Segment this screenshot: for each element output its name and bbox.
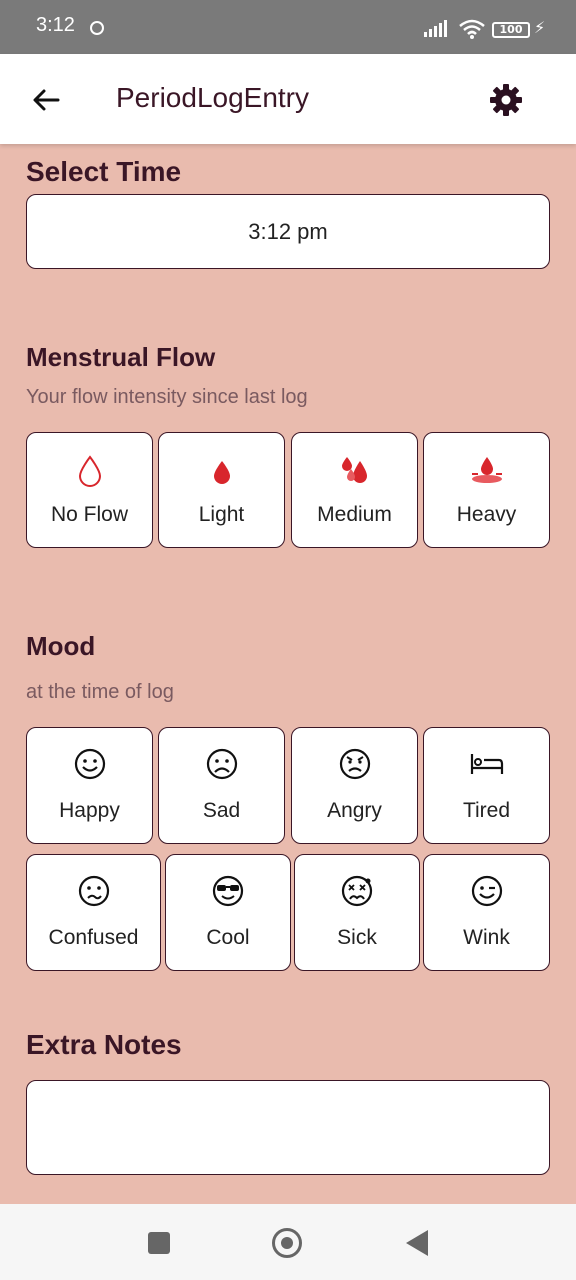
mood-option-sick[interactable]: Sick — [294, 854, 420, 971]
menstrual-flow-subtitle: Your flow intensity since last log — [26, 386, 308, 408]
charging-icon: ⚡ — [534, 18, 546, 37]
flow-option-label: Heavy — [456, 503, 517, 526]
battery-icon: 100 — [492, 22, 530, 38]
drop-filled-icon — [213, 461, 230, 484]
mood-option-label: Sad — [202, 799, 241, 822]
drop-outline-icon — [78, 455, 101, 487]
wink-face-icon — [471, 875, 502, 907]
flow-option-medium[interactable]: Medium — [291, 432, 418, 548]
mood-option-happy[interactable]: Happy — [26, 727, 153, 844]
flow-option-label: No Flow — [50, 503, 129, 526]
page-title: PeriodLogEntry — [116, 82, 310, 113]
flow-option-light[interactable]: Light — [158, 432, 285, 548]
time-picker-field[interactable]: 3:12 pm — [26, 194, 550, 269]
settings-gear-icon[interactable] — [488, 82, 524, 118]
mood-option-label: Confused — [48, 926, 139, 949]
mood-option-label: Wink — [463, 926, 510, 949]
status-bar: 3:12 100 ⚡ — [0, 0, 576, 54]
system-nav-bar — [0, 1204, 576, 1280]
extra-notes-heading: Extra Notes — [26, 1029, 182, 1060]
mood-option-wink[interactable]: Wink — [423, 854, 550, 971]
app-bar: PeriodLogEntry — [0, 54, 576, 144]
recents-square-icon[interactable] — [148, 1232, 170, 1254]
sad-face-icon — [206, 748, 237, 780]
mood-subtitle: at the time of log — [26, 681, 174, 703]
signal-icon — [424, 20, 447, 37]
back-arrow-icon[interactable] — [30, 84, 62, 116]
drops-icon — [341, 457, 367, 483]
mood-option-label: Happy — [59, 799, 120, 822]
mood-heading: Mood — [26, 631, 96, 661]
status-time: 3:12 — [36, 14, 75, 36]
sick-face-icon — [341, 875, 373, 907]
mood-option-angry[interactable]: Angry — [291, 727, 418, 844]
menstrual-flow-heading: Menstrual Flow — [26, 342, 216, 372]
wifi-icon — [459, 19, 485, 39]
drop-splash-icon — [471, 457, 502, 483]
mood-option-label: Angry — [327, 799, 382, 822]
home-circle-icon[interactable] — [272, 1228, 302, 1258]
mood-option-label: Cool — [206, 926, 250, 949]
mood-option-sad[interactable]: Sad — [158, 727, 285, 844]
mood-option-label: Tired — [462, 799, 511, 822]
mood-option-confused[interactable]: Confused — [26, 854, 161, 971]
extra-notes-input[interactable] — [26, 1080, 550, 1175]
flow-option-heavy[interactable]: Heavy — [423, 432, 550, 548]
mood-option-tired[interactable]: Tired — [423, 727, 550, 844]
confused-face-icon — [78, 875, 109, 907]
notification-icon — [90, 21, 104, 35]
sunglasses-face-icon — [212, 875, 244, 907]
mood-option-cool[interactable]: Cool — [165, 854, 291, 971]
flow-option-label: Light — [198, 503, 245, 526]
back-triangle-icon[interactable] — [406, 1230, 428, 1256]
select-time-heading: Select Time — [26, 156, 182, 187]
flow-option-label: Medium — [317, 503, 392, 526]
angry-face-icon — [339, 748, 370, 780]
mood-option-label: Sick — [337, 926, 377, 949]
happy-face-icon — [74, 748, 105, 780]
flow-option-no-flow[interactable]: No Flow — [26, 432, 153, 548]
bed-icon — [470, 754, 503, 774]
